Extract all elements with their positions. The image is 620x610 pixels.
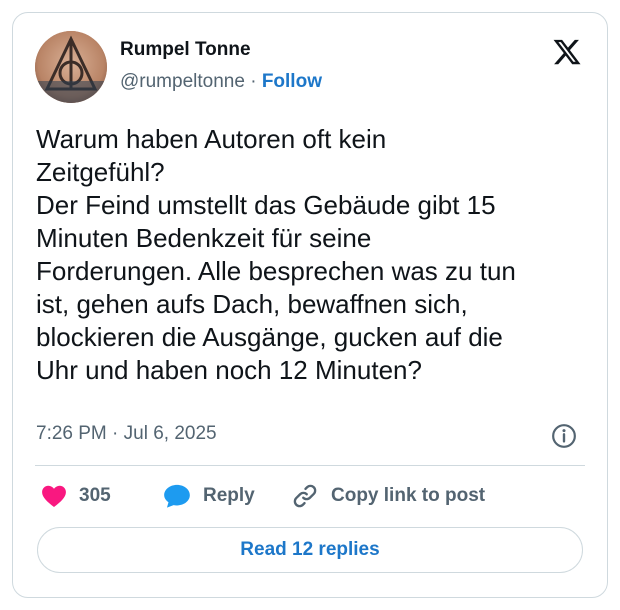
reply-button[interactable]: Reply: [163, 481, 255, 511]
link-icon: [293, 484, 317, 508]
avatar-image: [35, 31, 107, 103]
handle-separator: ·: [250, 71, 257, 92]
like-button[interactable]: 305: [41, 481, 111, 511]
copy-link-label: Copy link to post: [331, 485, 486, 506]
like-count: 305: [79, 485, 111, 506]
follow-button[interactable]: Follow: [262, 71, 322, 92]
reply-label: Reply: [203, 485, 255, 506]
copy-link-button[interactable]: Copy link to post: [291, 481, 485, 511]
author-handle[interactable]: @rumpeltonne: [120, 71, 245, 92]
x-logo-icon[interactable]: [551, 37, 583, 67]
tweet-timestamp[interactable]: 7:26 PM · Jul 6, 2025: [36, 423, 217, 445]
author-handle-row: @rumpeltonne · Follow: [120, 71, 322, 93]
avatar[interactable]: [35, 31, 107, 103]
tweet-card: Rumpel Tonne @rumpeltonne · Follow Warum…: [12, 12, 608, 598]
speech-bubble-icon: [164, 484, 190, 508]
read-replies-button[interactable]: Read 12 replies: [37, 527, 583, 573]
author-display-name[interactable]: Rumpel Tonne: [120, 39, 251, 61]
info-icon[interactable]: [551, 423, 577, 449]
heart-icon: [42, 485, 66, 508]
tweet-text: Warum haben Autoren oft kein Zeitgefühl?…: [36, 124, 516, 385]
divider: [35, 465, 585, 466]
